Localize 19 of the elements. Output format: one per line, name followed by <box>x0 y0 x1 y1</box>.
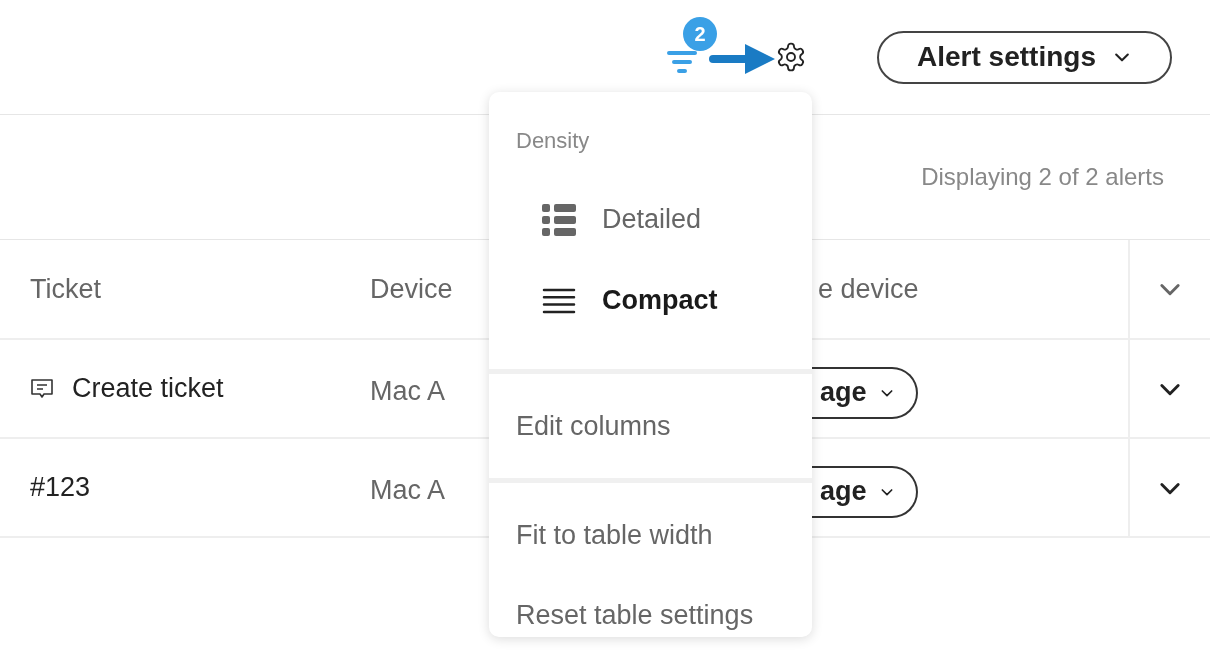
section-heading: Density <box>515 127 591 155</box>
density-option[interactable]: Compact <box>489 260 812 341</box>
detailed-list-icon <box>542 203 576 236</box>
arrow-annotation <box>709 41 775 77</box>
column-header[interactable]: Ticket <box>0 268 370 310</box>
alert-settings-button[interactable]: Alert settings <box>877 30 1172 84</box>
alert-count: Displaying 2 of 2 alerts <box>921 162 1164 192</box>
density-option[interactable]: Detailed <box>489 179 812 260</box>
ticket-number: #123 <box>30 471 91 505</box>
notification-badge: 2 <box>683 17 717 51</box>
create-ticket-link[interactable]: Create ticket <box>72 368 224 409</box>
filter-icon[interactable] <box>667 49 697 75</box>
table-cell-text: Mac A <box>370 474 447 507</box>
table-cell-text: Mac A <box>370 375 447 408</box>
compact-list-icon <box>542 287 576 314</box>
comment-icon <box>30 376 54 401</box>
menu-item[interactable]: Reset table settings <box>489 575 812 654</box>
settings-icon[interactable] <box>775 41 807 73</box>
column-header[interactable]: e device <box>818 268 1128 310</box>
